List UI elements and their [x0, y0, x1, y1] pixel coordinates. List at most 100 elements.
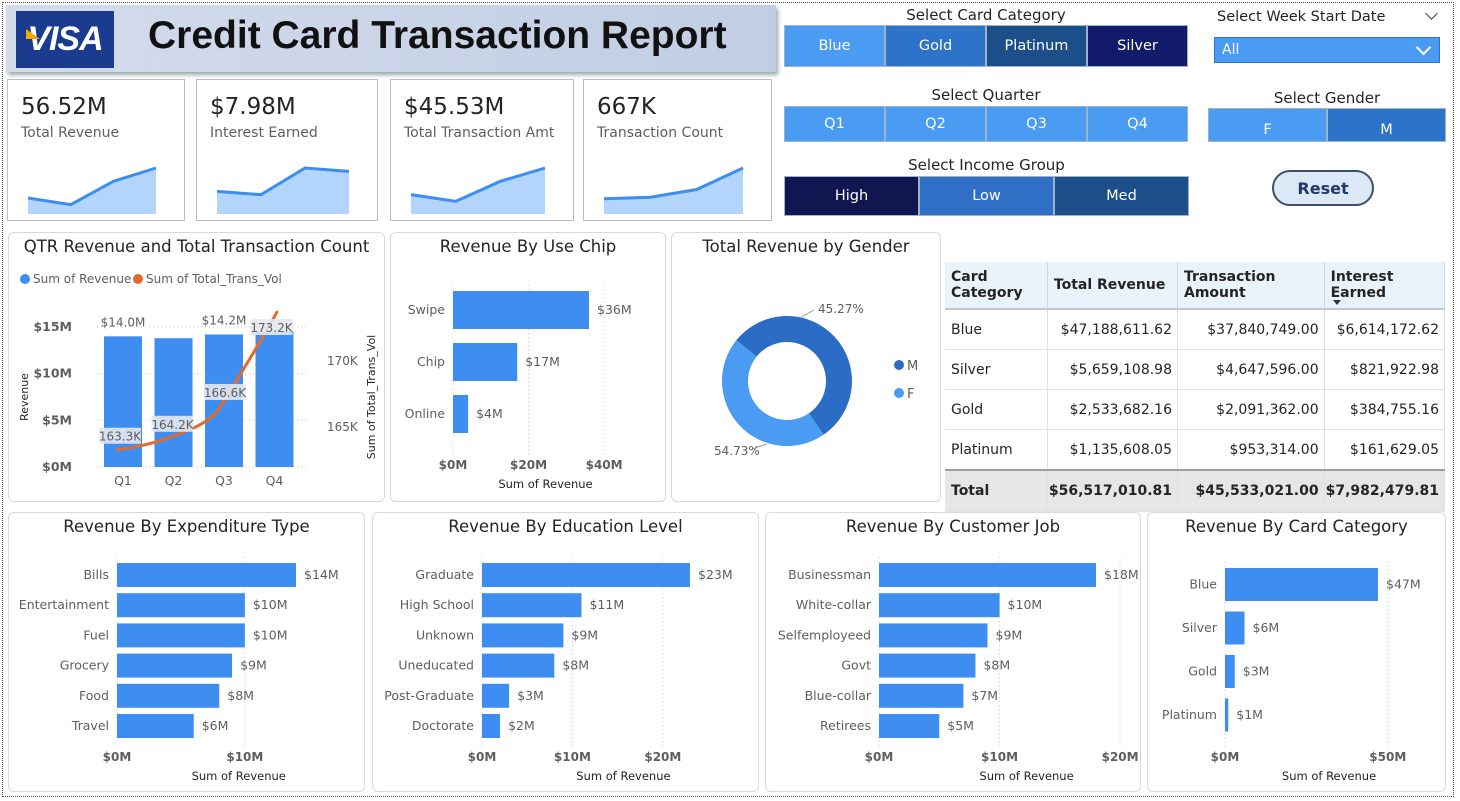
- bar: [879, 653, 976, 678]
- quarter-q3-tile[interactable]: Q3: [986, 106, 1087, 142]
- qtr-chart[interactable]: Sum of Revenue Sum of Total_Trans_Vol $0M $…: [9, 233, 386, 503]
- x-tick-label: $10M: [554, 750, 591, 764]
- matrix-header[interactable]: Total Revenue: [1047, 262, 1179, 310]
- legend-label: M: [907, 359, 918, 374]
- gender-m-tile[interactable]: M: [1327, 108, 1446, 142]
- x-tick-label: $20M: [1102, 750, 1139, 764]
- quarter-q2-tile[interactable]: Q2: [885, 106, 986, 142]
- table-cell: Gold: [945, 389, 1048, 430]
- y-axis-title: Revenue: [18, 373, 31, 421]
- bar: [117, 593, 245, 618]
- category-label: White-collar: [796, 597, 872, 612]
- data-label: $18M: [1104, 567, 1139, 582]
- y-tick-label: $0M: [42, 459, 72, 474]
- table-total-row[interactable]: Total $56,517,010.81 $45,533,021.00 $7,9…: [945, 469, 1446, 512]
- x-tick-label: $0M: [468, 750, 497, 764]
- matrix-header[interactable]: Transaction Amount: [1177, 262, 1325, 310]
- job-chart[interactable]: $0M $10M $20M Businessman $18M White-collar $1…: [766, 513, 1142, 793]
- table-row[interactable]: Gold $2,533,682.16 $2,091,362.00 $384,75…: [945, 389, 1446, 430]
- bar: [453, 343, 518, 381]
- week-start-value: All: [1222, 42, 1240, 58]
- data-label: $6M: [1253, 620, 1280, 635]
- bar: [255, 331, 294, 467]
- matrix-header-row: Card Category Total Revenue Transaction …: [945, 262, 1446, 310]
- bar: [482, 623, 564, 648]
- data-label: $9M: [571, 627, 598, 642]
- use-chip-chart[interactable]: $0M $20M $40M Swipe $36M Chip $17M Online $4M Sum…: [391, 233, 667, 503]
- sparkline-area: [604, 168, 743, 214]
- x-tick-label: $20M: [644, 750, 681, 764]
- gender-donut-chart[interactable]: 54.73% 45.27% MF: [672, 233, 942, 503]
- chevron-down-icon[interactable]: [1425, 7, 1438, 20]
- data-label: $8M: [227, 688, 254, 703]
- income-low-tile[interactable]: Low: [919, 176, 1054, 216]
- education-chart-card: Revenue By Education Level $0M $10M $20M Gr…: [372, 512, 759, 792]
- quarter-q1-tile[interactable]: Q1: [784, 106, 885, 142]
- expenditure-chart-card: Revenue By Expenditure Type $0M $10M Bills…: [8, 512, 365, 792]
- week-start-dropdown[interactable]: All: [1214, 37, 1440, 63]
- kpi-total-revenue[interactable]: 56.52M Total Revenue: [7, 79, 185, 221]
- card-category-gold-tile[interactable]: Gold: [885, 25, 986, 67]
- visa-logo: VISA: [16, 11, 114, 68]
- category-label: Food: [79, 688, 109, 703]
- category-label: Bills: [83, 567, 109, 582]
- table-cell: $37,840,749.00: [1177, 309, 1325, 350]
- data-label: $11M: [589, 597, 624, 612]
- table-row[interactable]: Blue $47,188,611.62 $37,840,749.00 $6,61…: [945, 309, 1446, 350]
- visa-logo-accent: [26, 29, 40, 39]
- data-label: $4M: [476, 406, 503, 421]
- bar: [117, 623, 245, 648]
- category-label: Post-Graduate: [384, 688, 474, 703]
- bar: [117, 683, 220, 708]
- y-tick-label: $15M: [33, 319, 72, 334]
- x-tick-label: $0M: [439, 458, 468, 472]
- data-label: $7M: [971, 688, 998, 703]
- card-category-matrix[interactable]: Card Category Total Revenue Transaction …: [945, 262, 1446, 512]
- table-cell: $2,533,682.16: [1047, 389, 1179, 430]
- data-label: $10M: [253, 627, 288, 642]
- data-label: $14.2M: [202, 313, 247, 327]
- table-row[interactable]: Platinum $1,135,608.05 $953,314.00 $161,…: [945, 429, 1446, 471]
- card-category-silver-tile[interactable]: Silver: [1087, 25, 1188, 67]
- bar: [482, 653, 555, 678]
- bar: [117, 714, 194, 738]
- matrix-header-sorted[interactable]: Interest Earned: [1324, 262, 1446, 310]
- slicer-income-group-title: Select Income Group: [908, 156, 1065, 174]
- category-label: High School: [400, 597, 474, 612]
- table-cell: $161,629.05: [1324, 429, 1446, 471]
- kpi-transaction-count[interactable]: 667K Transaction Count: [583, 79, 772, 221]
- category-label: Chip: [417, 354, 445, 369]
- data-label: $10M: [253, 597, 288, 612]
- table-row[interactable]: Silver $5,659,108.98 $4,647,596.00 $821,…: [945, 349, 1446, 390]
- line-data-label: 163.3K: [99, 430, 142, 444]
- matrix-header[interactable]: Card Category: [945, 262, 1048, 310]
- card-category-chart[interactable]: $0M $50M Blue $47M Silver $6M Gold $3M Platinum $…: [1148, 513, 1447, 793]
- card-category-platinum-tile[interactable]: Platinum: [986, 25, 1087, 67]
- card-category-blue-tile[interactable]: Blue: [784, 25, 885, 67]
- kpi-interest-earned[interactable]: $7.98M Interest Earned: [196, 79, 378, 221]
- expenditure-chart[interactable]: $0M $10M Bills $14M Entertainment $10M Fuel $10…: [9, 513, 366, 793]
- bar: [453, 395, 469, 433]
- qtr-chart-card: QTR Revenue and Total Transaction Count …: [8, 232, 385, 502]
- category-label: Selfemployeed: [778, 627, 871, 642]
- category-label: Businessman: [788, 567, 871, 582]
- bar: [482, 593, 582, 618]
- bar: [1225, 655, 1235, 688]
- kpi-total-transaction-amt[interactable]: $45.53M Total Transaction Amt: [390, 79, 574, 221]
- income-high-tile[interactable]: High: [784, 176, 919, 216]
- x-axis-title: Sum of Revenue: [192, 769, 286, 783]
- legend-marker: [20, 274, 30, 284]
- quarter-q4-tile[interactable]: Q4: [1087, 106, 1188, 142]
- gender-f-tile[interactable]: F: [1208, 108, 1327, 142]
- income-med-tile[interactable]: Med: [1054, 176, 1189, 216]
- category-label: Travel: [71, 718, 109, 733]
- category-label: Silver: [1182, 620, 1218, 635]
- reset-button[interactable]: Reset: [1272, 170, 1374, 206]
- kpi-sparkline: [603, 166, 744, 214]
- category-label: Swipe: [408, 302, 446, 317]
- data-label: $8M: [983, 658, 1010, 673]
- education-chart[interactable]: $0M $10M $20M Graduate $23M High School $11M Un…: [373, 513, 760, 793]
- line-data-label: 164.2K: [151, 418, 194, 432]
- data-label: $2M: [508, 718, 535, 733]
- slicer-income-group: High Low Med: [784, 176, 1189, 216]
